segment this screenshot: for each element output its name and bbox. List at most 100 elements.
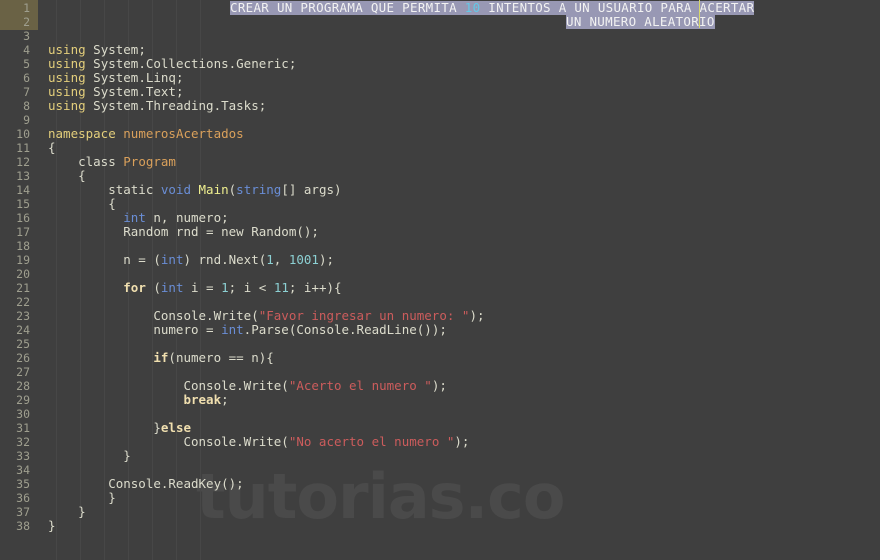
code-line[interactable]: n = (int) rnd.Next(1, 1001);: [48, 253, 334, 267]
code-token: n = (: [48, 252, 161, 267]
code-token: );: [469, 308, 485, 323]
code-token: "No acerto el numero ": [288, 434, 455, 449]
code-token: 1: [266, 252, 274, 267]
selection-text-token: INTENTOS A UN USUARIO PARA ACERTAR: [480, 0, 755, 15]
text-caret: [699, 0, 700, 28]
code-token: 1: [221, 280, 229, 295]
code-token: ) rnd.Next(: [183, 252, 267, 267]
code-token: using: [48, 98, 86, 113]
code-line[interactable]: Console.Write("Favor ingresar un numero:…: [48, 308, 485, 323]
code-token: if: [153, 350, 169, 365]
code-token: using: [48, 42, 86, 57]
code-line[interactable]: using System.Text;: [48, 85, 183, 99]
code-token: ,: [273, 252, 289, 267]
code-line[interactable]: {: [48, 197, 116, 211]
code-token: Main: [198, 182, 229, 197]
code-line[interactable]: if(numero == n){: [48, 350, 274, 365]
code-token: }: [48, 420, 161, 435]
code-token: numerosAcertados: [123, 126, 244, 141]
code-token: (numero == n){: [168, 350, 274, 365]
code-line[interactable]: class Program: [48, 155, 176, 169]
code-line[interactable]: using System;: [48, 43, 146, 57]
code-token: break: [183, 392, 222, 407]
selection-text-token: CREAR UN PROGRAMA QUE PERMITA: [230, 0, 465, 15]
code-line[interactable]: namespace numerosAcertados: [48, 127, 244, 141]
code-line[interactable]: }: [48, 491, 116, 505]
code-token: using: [48, 70, 86, 85]
code-line[interactable]: using System.Threading.Tasks;: [48, 99, 266, 113]
code-token: ; i++){: [288, 280, 342, 295]
code-token: static: [48, 182, 161, 197]
code-line[interactable]: break;: [48, 392, 229, 407]
code-token: {: [48, 196, 116, 211]
code-token: "Favor ingresar un numero: ": [258, 308, 470, 323]
code-line[interactable]: using System.Collections.Generic;: [48, 57, 296, 71]
code-editor[interactable]: tutorias.co 1 2 3 4 5 6 7 8 9 10 11 12 13 14 15 16 17 18 1…: [0, 0, 880, 560]
selected-text-line[interactable]: CREAR UN PROGRAMA QUE PERMITA 10 INTENTO…: [230, 0, 755, 15]
code-line[interactable]: }: [48, 505, 86, 519]
code-line[interactable]: }: [48, 519, 56, 533]
code-line[interactable]: int n, numero;: [48, 210, 229, 225]
code-line[interactable]: Console.Write("Acerto el numero ");: [48, 378, 447, 393]
code-token: for: [123, 280, 146, 295]
code-line[interactable]: for (int i = 1; i < 11; i++){: [48, 280, 342, 295]
code-token: }: [48, 448, 131, 463]
code-token: {: [48, 140, 56, 155]
code-token: ; i <: [228, 280, 274, 295]
code-line[interactable]: {: [48, 169, 86, 183]
code-line[interactable]: numero = int.Parse(Console.ReadLine());: [48, 323, 447, 337]
code-line[interactable]: Random rnd = new Random();: [48, 225, 319, 239]
code-line[interactable]: }else: [48, 421, 191, 435]
code-token: (: [145, 280, 161, 295]
code-token: Console.Write(: [48, 308, 259, 323]
code-token: namespace: [48, 126, 116, 141]
code-token: Console.Write(: [48, 378, 289, 393]
code-line[interactable]: Console.Write("No acerto el numero ");: [48, 435, 469, 449]
code-line[interactable]: {: [48, 141, 56, 155]
code-token: void: [160, 182, 191, 197]
code-token: 11: [273, 280, 289, 295]
code-token: int: [221, 322, 244, 337]
code-token: numero =: [48, 322, 222, 337]
code-token: ;: [221, 392, 229, 407]
code-line[interactable]: using System.Linq;: [48, 71, 183, 85]
code-token: System.Linq;: [85, 70, 184, 85]
code-token: Console.ReadKey();: [48, 476, 244, 491]
code-token: else: [160, 420, 191, 435]
code-token: .Parse(Console.ReadLine());: [243, 322, 447, 337]
code-token: [] args): [281, 182, 342, 197]
code-token: System;: [85, 42, 146, 57]
selected-text-line[interactable]: UN NUMERO ALEATORIO: [566, 15, 715, 29]
code-token: int: [160, 280, 184, 295]
code-token: System.Collections.Generic;: [85, 56, 297, 71]
code-token: );: [454, 434, 470, 449]
code-token: );: [431, 378, 447, 393]
code-token: System.Text;: [85, 84, 184, 99]
code-token: "Acerto el numero ": [288, 378, 432, 393]
code-token: {: [48, 168, 86, 183]
code-token: n, numero;: [145, 210, 229, 225]
code-line[interactable]: }: [48, 449, 131, 463]
code-token: }: [48, 518, 56, 533]
code-line[interactable]: static void Main(string[] args): [48, 182, 342, 197]
code-token: class: [48, 154, 116, 169]
code-token: System.Threading.Tasks;: [85, 98, 267, 113]
code-line[interactable]: Console.ReadKey();: [48, 476, 244, 491]
code-token: int: [123, 210, 146, 225]
code-token: i =: [183, 280, 222, 295]
selection-text-token: UN NUMERO ALEATORIO: [566, 14, 715, 29]
code-token: int: [160, 252, 184, 267]
code-token: string: [236, 182, 282, 197]
code-token: using: [48, 56, 86, 71]
code-content[interactable]: CREAR UN PROGRAMA QUE PERMITA 10 INTENTO…: [0, 0, 880, 560]
code-token: using: [48, 84, 86, 99]
code-token: );: [318, 252, 335, 267]
code-token: 1001: [288, 252, 319, 267]
code-token: Console.Write(: [48, 434, 289, 449]
code-token: Random rnd = new Random();: [48, 224, 319, 239]
